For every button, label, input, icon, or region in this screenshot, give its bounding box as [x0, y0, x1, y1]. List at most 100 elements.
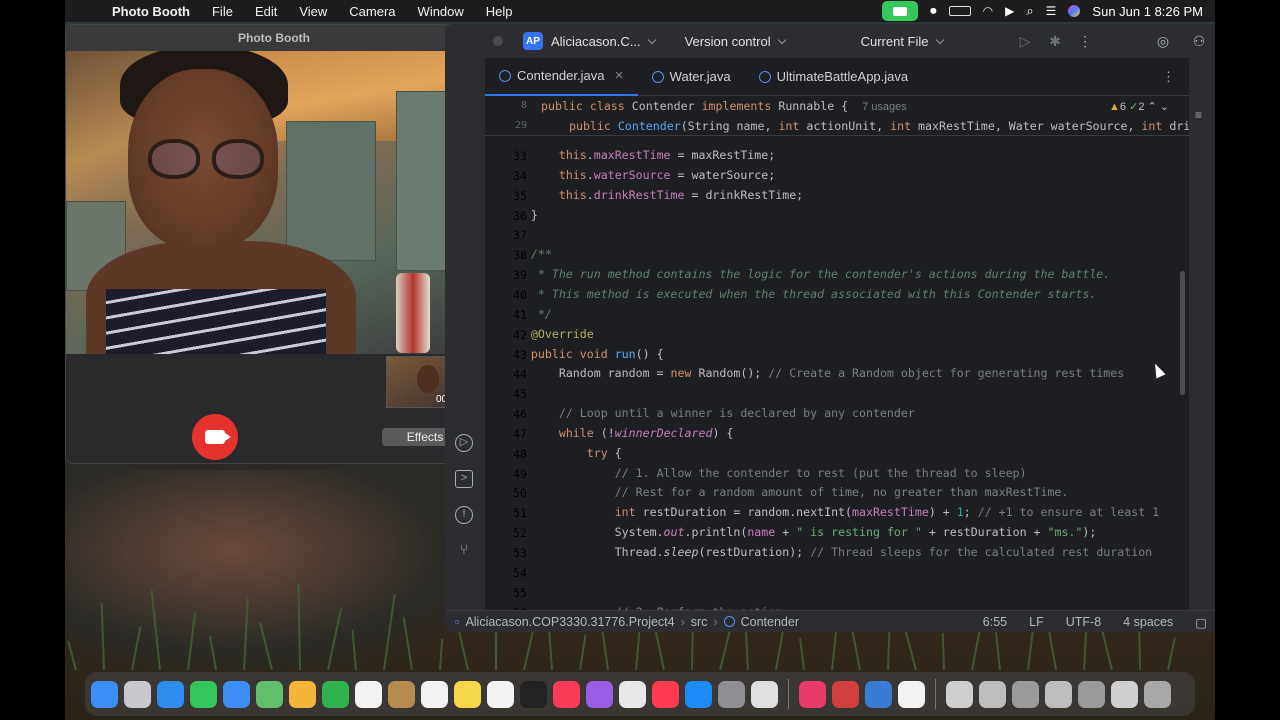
window-title: Photo Booth — [66, 25, 482, 51]
quicktime-icon[interactable] — [865, 680, 892, 708]
code-line: Random random = new Random(); // Create … — [503, 366, 1125, 381]
database-icon[interactable]: ≡ — [1195, 108, 1202, 122]
control-center-icon[interactable]: ☰ — [1046, 4, 1057, 18]
breadcrumb-project[interactable]: Aliciacason.COP3330.31776.Project4 — [465, 615, 674, 629]
code-line: // Loop until a winner is declared by an… — [558, 406, 915, 421]
launchpad-icon[interactable] — [124, 680, 151, 708]
menu-view[interactable]: View — [288, 4, 338, 19]
file-encoding[interactable]: UTF-8 — [1066, 615, 1101, 629]
app-store-icon[interactable] — [685, 680, 712, 708]
run-icon[interactable]: ▷ — [1017, 33, 1033, 49]
menu-edit[interactable]: Edit — [244, 4, 288, 19]
window-close-button[interactable] — [493, 36, 503, 46]
menu-app-name[interactable]: Photo Booth — [101, 4, 201, 19]
chrome-icon[interactable] — [619, 680, 646, 708]
wallpaper-grass — [579, 634, 587, 671]
project-badge: AP — [523, 32, 543, 50]
problems-icon[interactable]: ! — [455, 506, 473, 524]
news-icon[interactable] — [652, 680, 679, 708]
file-stack-icon[interactable] — [1111, 680, 1138, 708]
ai-assistant-icon[interactable]: ◎ — [1155, 33, 1171, 49]
project-selector[interactable]: Aliciacason.C... — [551, 34, 641, 49]
podcasts-icon[interactable] — [586, 680, 613, 708]
freeform-icon[interactable] — [487, 680, 514, 708]
tab-ultimatebattleapp[interactable]: UltimateBattleApp.java — [745, 58, 923, 96]
system-settings-icon[interactable] — [718, 680, 745, 708]
stack-folder-icon[interactable] — [1012, 680, 1039, 708]
downloads-icon[interactable] — [946, 680, 973, 708]
line-number: 45 — [513, 387, 527, 402]
right-tool-strip: ≡ — [1189, 58, 1215, 632]
facetime-icon[interactable] — [322, 680, 349, 708]
screenshot-folder-icon[interactable] — [979, 680, 1006, 708]
version-control-menu[interactable]: Version control — [685, 34, 771, 49]
maps-icon[interactable] — [256, 680, 283, 708]
tab-label: UltimateBattleApp.java — [776, 69, 909, 84]
tab-contender[interactable]: Contender.java ✕ — [485, 58, 638, 96]
run-config-selector[interactable]: Current File — [861, 34, 929, 49]
messages-icon[interactable] — [190, 680, 217, 708]
music-icon[interactable] — [553, 680, 580, 708]
code-line: @Override — [530, 326, 594, 341]
spotlight-search-icon[interactable]: ⌕ — [1026, 3, 1033, 19]
close-tab-icon[interactable]: ✕ — [614, 69, 623, 82]
menu-clock[interactable]: Sun Jun 1 8:26 PM — [1092, 4, 1203, 19]
wallpaper-grass — [941, 632, 945, 671]
photos-icon[interactable] — [289, 680, 316, 708]
desktop-stack-icon[interactable] — [1078, 680, 1105, 708]
run-tool-icon[interactable]: ▷ — [455, 434, 473, 452]
camera-in-use-icon[interactable] — [882, 1, 919, 21]
inspection-widget[interactable]: ▲6 ✓2 ⌃ ⌄ — [1109, 100, 1169, 113]
documents-icon[interactable] — [1045, 680, 1072, 708]
now-playing-icon[interactable]: ▶ — [1005, 4, 1014, 18]
line-separator[interactable]: LF — [1029, 615, 1044, 629]
breadcrumb-file[interactable]: Contender — [741, 615, 799, 629]
menu-window[interactable]: Window — [407, 4, 475, 19]
warning-count: 6 — [1119, 101, 1127, 113]
tab-water[interactable]: Water.java — [638, 58, 745, 96]
ide-window: AP Aliciacason.C... Version control Curr… — [445, 24, 1215, 632]
desktop: Photo Booth File Edit View Camera Window… — [65, 0, 1215, 720]
notes-icon[interactable] — [454, 680, 481, 708]
wallpaper-grass — [1083, 628, 1088, 671]
menu-help[interactable]: Help — [475, 4, 524, 19]
safari-icon[interactable] — [157, 680, 184, 708]
code-editor[interactable]: 33 this.maxRestTime = maxRestTime; 34 thi… — [485, 96, 1189, 610]
reminders-icon[interactable] — [421, 680, 448, 708]
breadcrumb-separator-icon: › — [713, 614, 718, 629]
more-icon[interactable]: ⋮ — [1077, 33, 1093, 49]
siri-icon[interactable] — [1068, 5, 1081, 17]
iphone-mirroring-icon[interactable] — [751, 680, 778, 708]
add-user-icon[interactable]: ⚇ — [1191, 33, 1207, 49]
menu-bar: Photo Booth File Edit View Camera Window… — [65, 0, 1215, 22]
line-number: 8 — [520, 100, 527, 111]
dock — [85, 672, 1195, 716]
wifi-icon[interactable]: ◠ — [983, 4, 993, 18]
record-button[interactable] — [192, 414, 238, 460]
intellij-icon[interactable] — [799, 680, 826, 708]
debug-icon[interactable]: ✱ — [1047, 33, 1063, 49]
menu-camera[interactable]: Camera — [338, 4, 406, 19]
java-class-icon — [499, 69, 511, 82]
trash-icon[interactable] — [1144, 680, 1171, 708]
tv-icon[interactable] — [520, 680, 547, 708]
print-icon[interactable] — [832, 680, 859, 708]
caret-position[interactable]: 6:55 — [983, 615, 1007, 629]
notes-folder-icon[interactable] — [388, 680, 415, 708]
finder-icon[interactable] — [91, 680, 118, 708]
indent-setting[interactable]: 4 spaces — [1123, 615, 1173, 629]
battery-icon[interactable] — [948, 6, 971, 16]
preview-icon[interactable] — [898, 680, 925, 708]
editor-scrollbar[interactable] — [1180, 271, 1185, 395]
record-icon[interactable]: ⏺ — [930, 3, 937, 19]
tabs-more-icon[interactable]: ⋮ — [1162, 69, 1175, 85]
calendar-icon[interactable] — [355, 680, 382, 708]
lock-icon[interactable]: ▢ — [1195, 615, 1207, 630]
git-icon[interactable]: ⑂ — [455, 542, 473, 560]
left-tool-strip: ▷ > ! ⑂ — [445, 58, 485, 632]
mail-icon[interactable] — [223, 680, 250, 708]
menu-file[interactable]: File — [201, 4, 244, 19]
sticky-constructor-line: public Contender(String name, int action… — [569, 119, 1189, 133]
terminal-icon[interactable]: > — [455, 470, 473, 488]
breadcrumb-folder[interactable]: src — [691, 615, 708, 629]
